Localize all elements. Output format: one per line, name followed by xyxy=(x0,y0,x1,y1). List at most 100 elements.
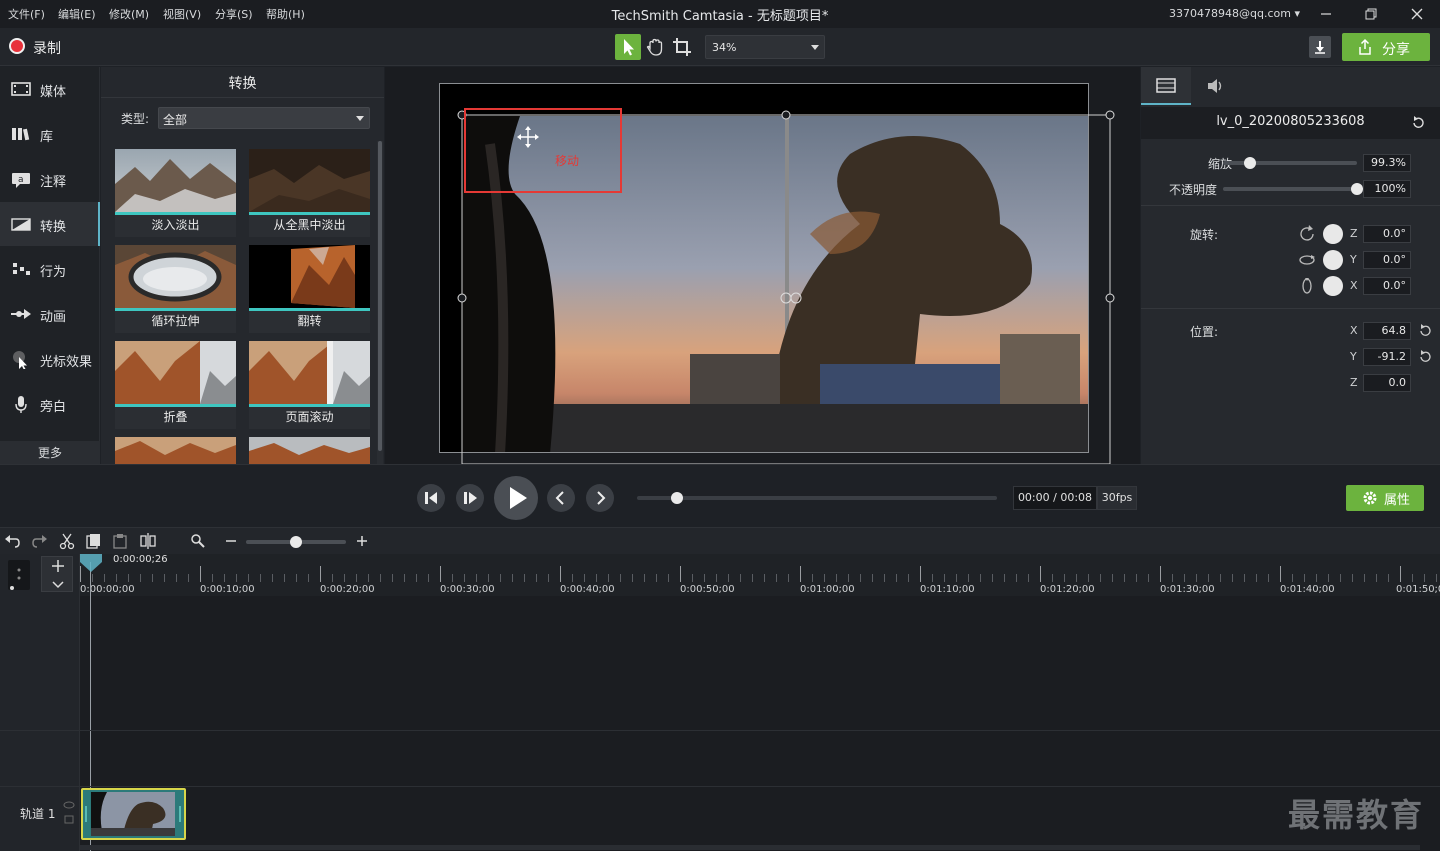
type-select[interactable]: 全部 xyxy=(158,107,370,129)
position-y-field[interactable]: -91.2 xyxy=(1363,348,1411,366)
share-button[interactable]: 分享 xyxy=(1342,33,1430,61)
thumbnail-label: 淡入淡出 xyxy=(151,218,200,232)
position-x-field[interactable]: 64.8 xyxy=(1363,322,1411,340)
rotation-x-field[interactable]: 0.0° xyxy=(1363,277,1411,295)
search-icon[interactable] xyxy=(189,532,207,550)
panel-scrollbar-thumb[interactable] xyxy=(378,141,382,451)
cut-icon[interactable] xyxy=(58,532,76,550)
transition-thumbnail-flip[interactable]: 翻转 xyxy=(249,245,370,333)
transition-thumbnail[interactable] xyxy=(115,437,236,464)
sidebar-item-behaviors[interactable]: 行为 xyxy=(0,247,100,291)
reset-icon[interactable] xyxy=(1418,324,1432,338)
sidebar-item-annotations[interactable]: a 注释 xyxy=(0,157,100,201)
reset-icon[interactable] xyxy=(1411,116,1425,130)
rotation-y-field[interactable]: 0.0° xyxy=(1363,251,1411,269)
transition-thumbnail-fade-from-black[interactable]: 从全黑中淡出 xyxy=(249,149,370,237)
menu-view[interactable]: 视图(V) xyxy=(163,6,201,22)
timeline-ruler[interactable]: 0:00:00;00 0:00:10;00 0:00:20;00 0:00:30… xyxy=(80,554,1440,596)
zoom-out-icon[interactable] xyxy=(222,532,240,550)
timeline-scrollbar[interactable] xyxy=(80,845,1420,850)
menu-file[interactable]: 文件(F) xyxy=(8,6,45,22)
sidebar-item-transitions[interactable]: 转换 xyxy=(0,202,100,246)
sidebar-item-media[interactable]: 媒体 xyxy=(0,67,100,111)
sidebar-item-cursor-effects[interactable]: 光标效果 xyxy=(0,337,100,381)
thumbnail-image xyxy=(249,245,370,308)
undo-icon[interactable] xyxy=(4,532,22,550)
opacity-slider[interactable] xyxy=(1223,187,1357,191)
next-clip-button[interactable] xyxy=(586,484,614,512)
rotation-z-axis: Z xyxy=(1350,227,1358,240)
menu-modify[interactable]: 修改(M) xyxy=(109,6,149,22)
thumbnail-image xyxy=(249,149,370,212)
download-button[interactable] xyxy=(1309,36,1331,58)
zoom-in-icon[interactable] xyxy=(353,532,371,550)
cursor-effect-icon xyxy=(13,351,27,369)
rotation-z-field[interactable]: 0.0° xyxy=(1363,225,1411,243)
speaker-icon xyxy=(1208,79,1222,93)
previous-clip-button[interactable] xyxy=(547,484,575,512)
rotation-z-dial[interactable] xyxy=(1323,224,1343,244)
scrub-slider-knob[interactable] xyxy=(670,492,683,504)
track-add-remove[interactable] xyxy=(41,556,73,592)
position-z-axis: Z xyxy=(1350,376,1358,389)
copy-icon[interactable] xyxy=(85,532,103,550)
fps-display[interactable]: 30fps xyxy=(1097,486,1137,510)
timeline-magnet-icon[interactable] xyxy=(6,558,32,592)
rotation-x-dial[interactable] xyxy=(1323,276,1343,296)
thumbnail-label: 翻转 xyxy=(297,314,322,328)
scale-slider-knob[interactable] xyxy=(1243,157,1256,169)
next-frame-button[interactable] xyxy=(456,484,484,512)
split-icon[interactable] xyxy=(139,532,157,550)
rotation-y-dial[interactable] xyxy=(1323,250,1343,270)
tab-audio-properties[interactable] xyxy=(1191,67,1241,105)
zoom-select[interactable]: 34% xyxy=(705,35,825,59)
paste-icon[interactable] xyxy=(111,532,129,550)
menu-edit[interactable]: 编辑(E) xyxy=(58,6,96,22)
scale-field[interactable]: 99.3% xyxy=(1363,154,1411,172)
transition-thumbnail-cycle-stretch[interactable]: 循环拉伸 xyxy=(115,245,236,333)
select-tool-button[interactable] xyxy=(615,34,641,60)
sidebar-item-animations[interactable]: 动画 xyxy=(0,292,100,336)
minimize-button[interactable] xyxy=(1316,4,1336,24)
more-button[interactable]: 更多 xyxy=(0,441,100,465)
chevron-down-icon xyxy=(356,116,364,121)
share-label: 分享 xyxy=(1382,42,1410,58)
tab-visual-properties[interactable] xyxy=(1141,67,1191,105)
track-1-label[interactable]: 轨道 1 xyxy=(20,805,55,822)
type-value: 全部 xyxy=(163,113,188,127)
transition-thumbnail[interactable] xyxy=(249,437,370,464)
scrub-slider[interactable] xyxy=(637,496,997,500)
timeline-clip[interactable] xyxy=(81,788,186,840)
previous-frame-button[interactable] xyxy=(417,484,445,512)
timeline-zoom-knob[interactable] xyxy=(290,536,302,548)
position-y-axis: Y xyxy=(1350,350,1357,363)
sidebar-item-voice-narration[interactable]: 旁白 xyxy=(0,382,100,426)
menu-share[interactable]: 分享(S) xyxy=(215,6,253,22)
rotate-z-icon xyxy=(1300,225,1314,241)
ruler-tick-label: 0:00:40;00 xyxy=(560,584,615,595)
crop-icon xyxy=(673,38,691,56)
pan-tool-button[interactable] xyxy=(642,34,668,60)
ruler-tick-label: 0:01:00;00 xyxy=(800,584,855,595)
playhead-handle[interactable] xyxy=(80,554,102,572)
menu-help[interactable]: 帮助(H) xyxy=(266,6,305,22)
crop-tool-button[interactable] xyxy=(669,34,695,60)
transition-thumbnail-fade[interactable]: 淡入淡出 xyxy=(115,149,236,237)
opacity-slider-knob[interactable] xyxy=(1351,183,1363,195)
redo-icon[interactable] xyxy=(30,532,48,550)
restore-button[interactable] xyxy=(1361,4,1381,24)
step-back-icon xyxy=(425,492,437,504)
position-z-field[interactable]: 0.0 xyxy=(1363,374,1411,392)
properties-button[interactable]: 属性 xyxy=(1346,485,1424,511)
ruler-ticks xyxy=(80,566,1437,582)
track-visibility-icon[interactable] xyxy=(63,800,75,828)
transition-thumbnail-fold[interactable]: 折叠 xyxy=(115,341,236,429)
transition-thumbnail-page-roll[interactable]: 页面滚动 xyxy=(249,341,370,429)
play-button[interactable] xyxy=(494,476,538,520)
reset-icon[interactable] xyxy=(1418,350,1432,364)
thumbnail-label: 从全黑中淡出 xyxy=(273,218,346,232)
sidebar-item-library[interactable]: 库 xyxy=(0,112,100,156)
opacity-field[interactable]: 100% xyxy=(1363,180,1411,198)
account-menu[interactable]: 3370478948@qq.com ▾ xyxy=(1169,7,1300,20)
close-button[interactable] xyxy=(1407,4,1427,24)
